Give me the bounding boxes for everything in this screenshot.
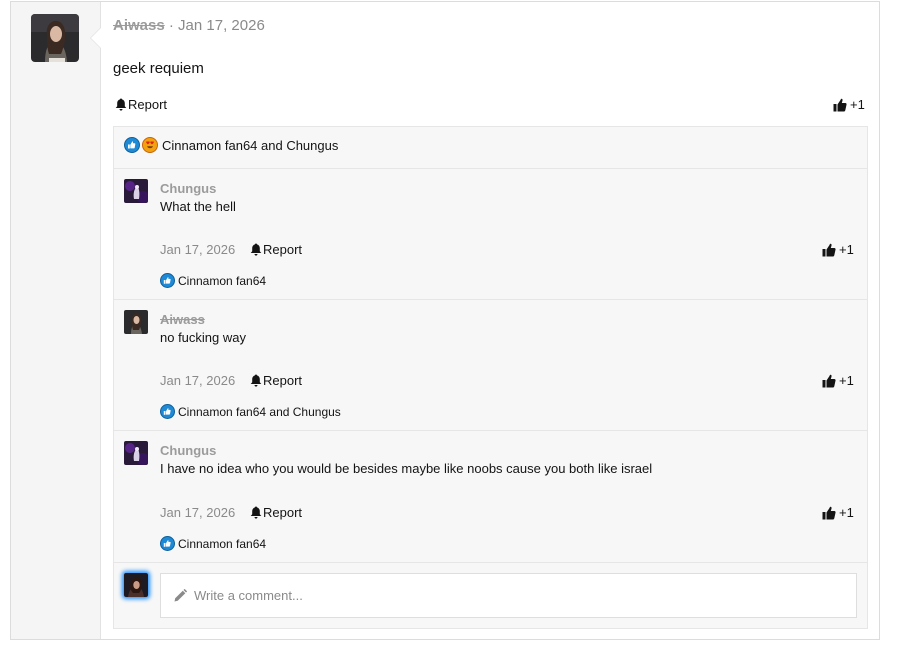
pencil-icon <box>174 589 187 602</box>
comment-like-label: +1 <box>839 505 854 520</box>
comment-reactions-text: Cinnamon fan64 and Chungus <box>178 404 341 419</box>
thumbs-up-icon <box>822 243 836 256</box>
like-reaction-icon <box>160 273 175 288</box>
thumbs-up-icon <box>822 374 836 387</box>
comment-author-name[interactable]: Chungus <box>160 181 216 196</box>
comment-text: no fucking way <box>160 330 246 345</box>
comment-date[interactable]: Jan 17, 2026 <box>160 505 235 520</box>
comment-item: Aiwass no fucking way Jan 17, 2026 Repor… <box>114 299 867 430</box>
current-user-avatar[interactable] <box>124 573 148 597</box>
comment-date[interactable]: Jan 17, 2026 <box>160 373 235 388</box>
comment-like-label: +1 <box>839 242 854 257</box>
comment-report-label: Report <box>263 373 303 388</box>
like-reaction-icon <box>160 404 175 419</box>
post-arrow <box>91 28 101 48</box>
comment-author-avatar[interactable] <box>124 441 148 465</box>
comments-section: Cinnamon fan64 and Chungus Chungus What … <box>113 126 868 629</box>
post-header-separator: · <box>164 17 179 34</box>
comment-reactions[interactable]: Cinnamon fan64 and Chungus <box>160 404 341 419</box>
post-author-avatar[interactable] <box>31 14 79 62</box>
post-author-name[interactable]: Aiwass <box>113 17 165 34</box>
post-header: Aiwass · Jan 17, 2026 <box>113 17 265 34</box>
bell-icon <box>250 243 262 256</box>
comment-reactions[interactable]: Cinnamon fan64 <box>160 536 266 551</box>
bell-icon <box>250 374 262 387</box>
comment-author-name[interactable]: Aiwass <box>160 312 205 327</box>
bell-icon <box>250 506 262 519</box>
comment-report-label: Report <box>263 505 303 520</box>
thumbs-up-icon <box>822 506 836 519</box>
comment-report-label: Report <box>263 242 303 257</box>
comment-item: Chungus I have no idea who you would be … <box>114 430 867 562</box>
comment-text: What the hell <box>160 199 236 214</box>
comment-reactions-text: Cinnamon fan64 <box>178 273 267 288</box>
comment-report-button[interactable]: Report <box>250 373 302 388</box>
like-reaction-icon <box>160 536 175 551</box>
post-card: Aiwass · Jan 17, 2026 geek requiem Repor… <box>10 1 880 640</box>
comment-like-button[interactable]: +1 <box>822 373 854 388</box>
comment-author-name[interactable]: Chungus <box>160 443 216 458</box>
comment-author-avatar[interactable] <box>124 179 148 203</box>
comment-like-label: +1 <box>839 373 854 388</box>
post-reaction-summary-text: Cinnamon fan64 and Chungus <box>162 137 339 153</box>
comment-item: Chungus What the hell Jan 17, 2026 Repor… <box>114 168 867 299</box>
like-reaction-icon <box>124 137 140 153</box>
comment-input-placeholder: Write a comment... <box>194 588 303 603</box>
post-date[interactable]: Jan 17, 2026 <box>178 17 265 34</box>
bell-icon <box>115 98 127 111</box>
comment-reactions-text: Cinnamon fan64 <box>178 536 267 551</box>
comment-composer: Write a comment... <box>114 562 867 628</box>
post-body-text: geek requiem <box>113 60 204 77</box>
comment-date[interactable]: Jan 17, 2026 <box>160 242 235 257</box>
heart-eyes-reaction-icon <box>142 137 158 153</box>
post-author-column <box>11 2 101 639</box>
thumbs-up-icon <box>833 98 847 111</box>
comment-like-button[interactable]: +1 <box>822 505 854 520</box>
post-report-button[interactable]: Report <box>115 97 167 112</box>
comment-report-button[interactable]: Report <box>250 242 302 257</box>
comment-like-button[interactable]: +1 <box>822 242 854 257</box>
post-reaction-summary[interactable]: Cinnamon fan64 and Chungus <box>124 137 338 153</box>
comment-report-button[interactable]: Report <box>250 505 302 520</box>
comment-reactions[interactable]: Cinnamon fan64 <box>160 273 266 288</box>
post-report-label: Report <box>128 97 168 112</box>
comment-input[interactable]: Write a comment... <box>160 573 857 618</box>
post-like-label: +1 <box>850 97 865 112</box>
comment-author-avatar[interactable] <box>124 310 148 334</box>
post-like-button[interactable]: +1 <box>833 97 865 112</box>
comment-text: I have no idea who you would be besides … <box>160 461 653 476</box>
